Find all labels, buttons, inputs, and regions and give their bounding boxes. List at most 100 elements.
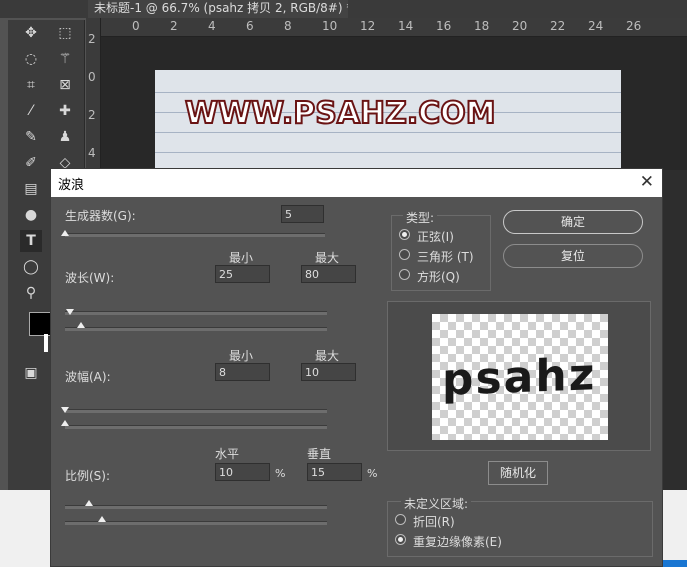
amplitude-max-track[interactable] xyxy=(65,425,327,429)
foreground-color-swatch[interactable] xyxy=(29,312,51,336)
ruler-tick-label: 2 xyxy=(88,108,96,122)
paper-line xyxy=(155,152,621,153)
wavelength-max-track[interactable] xyxy=(65,327,327,331)
amplitude-max-field[interactable]: 10 xyxy=(301,363,356,381)
ruler-tick-label: 12 xyxy=(360,19,376,33)
ruler-tick-label: 14 xyxy=(398,19,414,33)
repeat-edge-label: 重复边缘像素(E) xyxy=(413,535,502,549)
healing-icon[interactable]: ✚ xyxy=(54,100,76,122)
scale-horizontal-thumb[interactable] xyxy=(84,500,93,506)
radio-icon[interactable] xyxy=(399,249,410,260)
paper-line xyxy=(155,92,621,93)
paper-line xyxy=(155,132,621,133)
move-icon[interactable]: ✥ xyxy=(20,22,42,44)
amplitude-max-label: 最大 xyxy=(315,349,340,363)
reset-button[interactable]: 复位 xyxy=(503,244,643,268)
document-image: WWW.PSAHZ.COM xyxy=(155,70,621,170)
type-square-label: 方形(Q) xyxy=(417,270,460,284)
wavelength-min-field[interactable]: 25 xyxy=(215,265,270,283)
ruler-tick-label: 18 xyxy=(474,19,490,33)
generators-slider-thumb[interactable] xyxy=(61,230,69,236)
generators-label: 生成器数(G): xyxy=(65,209,136,223)
ruler-tick-label: 10 xyxy=(322,19,338,33)
ruler-tick-label: 2 xyxy=(170,19,178,33)
scale-vertical-label: 垂直 xyxy=(307,447,332,461)
wavelength-max-field[interactable]: 80 xyxy=(301,265,356,283)
ok-button[interactable]: 确定 xyxy=(503,210,643,234)
crop-icon[interactable]: ⌗ xyxy=(20,74,42,96)
scale-horizontal-unit: % xyxy=(275,467,286,480)
scale-label: 比例(S): xyxy=(65,469,111,483)
type-icon[interactable]: T xyxy=(20,230,42,252)
wavelength-min-thumb[interactable] xyxy=(66,309,75,315)
dialog-titlebar: 波浪 ✕ xyxy=(51,169,662,197)
generators-slider-track[interactable] xyxy=(65,233,325,237)
wavelength-max-label: 最大 xyxy=(315,251,340,265)
wrap-around-label: 折回(R) xyxy=(413,515,455,529)
dodge-icon[interactable]: ● xyxy=(20,204,42,226)
preview-image: psahz xyxy=(432,314,608,440)
randomize-button[interactable]: 随机化 xyxy=(488,461,548,485)
radio-icon[interactable] xyxy=(395,534,406,545)
ellipse-icon[interactable]: ◯ xyxy=(20,256,42,278)
brush-icon[interactable]: ✎ xyxy=(20,126,42,148)
scale-vertical-field[interactable]: 15 xyxy=(307,463,362,481)
stamp-icon[interactable]: ♟ xyxy=(54,126,76,148)
wavelength-label: 波长(W): xyxy=(65,271,115,285)
amplitude-min-thumb[interactable] xyxy=(61,407,69,413)
scale-horizontal-field[interactable]: 10 xyxy=(215,463,270,481)
wave-dialog: 波浪 ✕ 生成器数(G): 5 最小 最大 波长(W): 25 80 最小 最大… xyxy=(50,168,663,567)
type-sine-label: 正弦(I) xyxy=(417,230,454,244)
amplitude-min-field[interactable]: 8 xyxy=(215,363,270,381)
gradient-icon[interactable]: ▤ xyxy=(20,178,42,200)
document-tab[interactable]: 未标题-1 @ 66.7% (psahz 拷贝 2, RGB/8#) *× xyxy=(88,0,348,18)
scale-horizontal-track[interactable] xyxy=(65,505,327,509)
watermark-text: WWW.PSAHZ.COM xyxy=(184,95,497,132)
ruler-tick-label: 26 xyxy=(626,19,642,33)
frame-icon[interactable]: ⊠ xyxy=(54,74,76,96)
eyedropper-icon[interactable]: ⁄ xyxy=(20,100,42,122)
zoom-icon[interactable]: ⚲ xyxy=(20,282,42,304)
horizontal-ruler: 202468101214161820222426 xyxy=(94,18,687,37)
amplitude-label: 波幅(A): xyxy=(65,370,111,384)
dialog-title: 波浪 xyxy=(58,178,85,193)
preview-panel: psahz xyxy=(387,301,651,451)
quick-mask-icon[interactable]: ▣ xyxy=(20,362,42,384)
amplitude-min-label: 最小 xyxy=(229,349,254,363)
radio-icon[interactable] xyxy=(395,514,406,525)
document-tab-title: 未标题-1 @ 66.7% (psahz 拷贝 2, RGB/8#) * xyxy=(94,1,348,15)
radio-icon[interactable] xyxy=(399,269,410,280)
ruler-tick-label: 4 xyxy=(208,19,216,33)
scale-vertical-thumb[interactable] xyxy=(97,516,106,522)
scale-horizontal-label: 水平 xyxy=(215,447,240,461)
panel-edge xyxy=(663,170,687,490)
ruler-tick-label: 6 xyxy=(246,19,254,33)
generators-field[interactable]: 5 xyxy=(281,205,324,223)
amplitude-min-track[interactable] xyxy=(65,409,327,413)
close-icon[interactable]: ✕ xyxy=(640,172,654,192)
ruler-tick-label: 22 xyxy=(550,19,566,33)
magic-wand-icon[interactable]: ⚚ xyxy=(54,48,76,70)
wavelength-min-label: 最小 xyxy=(229,251,254,265)
undefined-area-title: 未定义区域: xyxy=(401,495,472,512)
ruler-tick-label: 0 xyxy=(88,70,96,84)
scale-vertical-unit: % xyxy=(367,467,378,480)
ruler-tick-label: 20 xyxy=(512,19,528,33)
ruler-tick-label: 8 xyxy=(284,19,292,33)
amplitude-max-thumb[interactable] xyxy=(61,420,69,426)
wavelength-min-track[interactable] xyxy=(65,311,327,315)
wavelength-max-thumb[interactable] xyxy=(76,322,85,328)
type-group-title: 类型: xyxy=(403,209,438,226)
history-brush-icon[interactable]: ✐ xyxy=(20,152,42,174)
ruler-tick-label: 0 xyxy=(132,19,140,33)
ruler-tick-label: 2 xyxy=(88,32,96,46)
radio-icon[interactable] xyxy=(399,229,410,240)
marquee-icon[interactable]: ⬚ xyxy=(54,22,76,44)
preview-text: psahz xyxy=(442,349,597,406)
type-triangle-label: 三角形 (T) xyxy=(417,250,474,264)
ruler-tick-label: 16 xyxy=(436,19,452,33)
lasso-icon[interactable]: ◌ xyxy=(20,48,42,70)
background-color-swatch[interactable] xyxy=(44,334,48,352)
ruler-tick-label: 4 xyxy=(88,146,96,160)
ruler-tick-label: 24 xyxy=(588,19,604,33)
